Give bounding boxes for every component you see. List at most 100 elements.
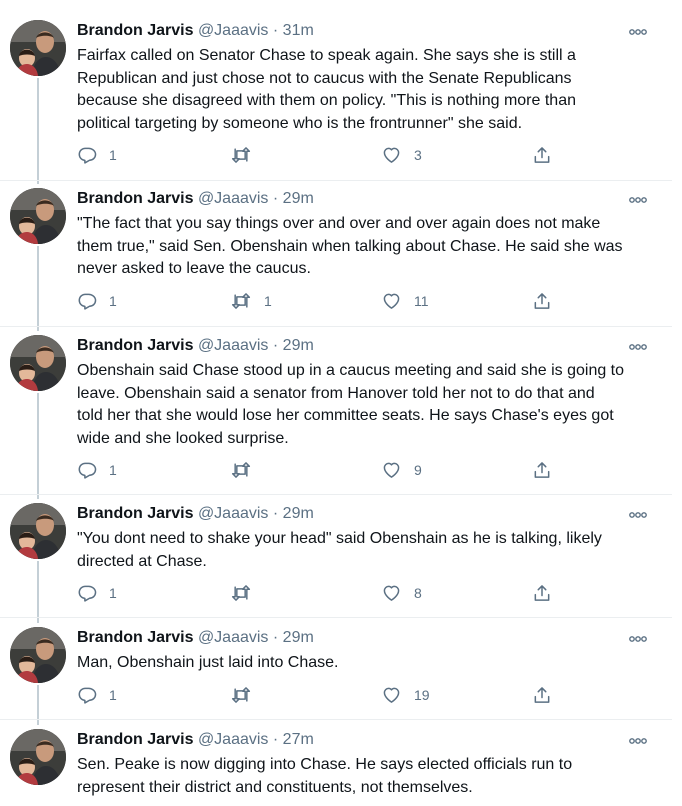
share-button[interactable] <box>532 683 552 707</box>
share-button[interactable] <box>532 143 552 167</box>
like-button[interactable]: 8 <box>381 581 422 605</box>
retweet-icon <box>230 685 252 705</box>
retweet-icon <box>230 460 252 480</box>
like-button[interactable]: 19 <box>381 683 430 707</box>
tweet-actions: 1 19 <box>77 683 557 707</box>
tweet-text: "You dont need to shake your head" said … <box>77 530 602 570</box>
author-name[interactable]: Brandon Jarvis <box>77 190 193 207</box>
like-button[interactable]: 3 <box>381 143 422 167</box>
thread-connector-line <box>37 78 39 184</box>
retweet-button[interactable] <box>230 683 264 707</box>
author-name[interactable]: Brandon Jarvis <box>77 629 193 646</box>
retweet-count: 1 <box>264 293 272 309</box>
tweet-timestamp[interactable]: 29m <box>283 337 314 354</box>
share-button[interactable] <box>532 289 552 313</box>
header-separator: · <box>272 505 279 522</box>
tweet[interactable]: Brandon Jarvis @Jaaavis · 29m Man, Obensh… <box>0 0 672 806</box>
author-name[interactable]: Brandon Jarvis <box>77 22 193 39</box>
like-count: 11 <box>414 293 429 309</box>
author-name[interactable]: Brandon Jarvis <box>77 505 193 522</box>
like-count: 8 <box>414 585 422 601</box>
tweet-divider <box>0 617 672 618</box>
header-separator: · <box>272 190 279 207</box>
reply-icon <box>77 145 97 165</box>
tweet-text: Fairfax called on Senator Chase to speak… <box>77 47 576 132</box>
reply-button[interactable]: 1 <box>77 289 117 313</box>
author-handle[interactable]: @Jaaavis <box>198 22 269 39</box>
avatar[interactable] <box>10 729 66 785</box>
more-options-icon <box>624 511 652 519</box>
more-options-button[interactable] <box>624 24 652 44</box>
tweet-text: Obenshain said Chase stood up in a caucu… <box>77 362 625 447</box>
tweet-divider <box>0 719 672 720</box>
tweet-header: Brandon Jarvis @Jaaavis · 29m <box>77 188 314 210</box>
more-options-icon <box>624 635 652 643</box>
reply-count: 1 <box>109 585 117 601</box>
retweet-icon <box>230 583 252 603</box>
tweet-actions: 13 <box>77 143 557 167</box>
share-button[interactable] <box>532 458 552 482</box>
more-options-button[interactable] <box>624 631 652 651</box>
tweet-timestamp[interactable]: 29m <box>283 505 314 522</box>
reply-icon <box>77 583 97 603</box>
avatar[interactable] <box>10 188 66 244</box>
reply-count: 1 <box>109 462 117 478</box>
like-icon <box>381 145 402 165</box>
thread-connector-line <box>37 561 39 623</box>
more-options-button[interactable] <box>624 339 652 359</box>
like-button[interactable]: 11 <box>381 289 429 313</box>
reply-button[interactable]: 1 <box>77 683 117 707</box>
more-options-icon <box>624 28 652 36</box>
like-count: 19 <box>414 687 430 703</box>
tweet-text: Man, Obenshain just laid into Chase. <box>77 654 339 671</box>
share-icon <box>532 145 552 165</box>
header-separator: · <box>272 731 279 748</box>
like-button[interactable]: 9 <box>381 458 422 482</box>
author-handle[interactable]: @Jaaavis <box>198 190 269 207</box>
author-handle[interactable]: @Jaaavis <box>198 629 269 646</box>
more-options-button[interactable] <box>624 733 652 753</box>
avatar[interactable] <box>10 335 66 391</box>
retweet-button[interactable] <box>230 458 264 482</box>
more-options-button[interactable] <box>624 507 652 527</box>
tweet-thread: Brandon Jarvis @Jaaavis · 31m Fairfax cal… <box>0 0 682 806</box>
like-icon <box>381 685 402 705</box>
more-options-icon <box>624 343 652 351</box>
reply-button[interactable]: 1 <box>77 143 117 167</box>
retweet-button[interactable] <box>230 143 264 167</box>
avatar[interactable] <box>10 627 66 683</box>
reply-count: 1 <box>109 293 117 309</box>
tweet-timestamp[interactable]: 31m <box>283 22 314 39</box>
share-button[interactable] <box>532 581 552 605</box>
more-options-icon <box>624 737 652 745</box>
avatar[interactable] <box>10 20 66 76</box>
author-name[interactable]: Brandon Jarvis <box>77 337 193 354</box>
more-options-button[interactable] <box>624 192 652 212</box>
retweet-icon <box>230 291 252 311</box>
like-icon <box>381 583 402 603</box>
header-separator: · <box>272 22 279 39</box>
author-handle[interactable]: @Jaaavis <box>198 731 269 748</box>
author-handle[interactable]: @Jaaavis <box>198 337 269 354</box>
tweet-divider <box>0 326 672 327</box>
tweet-text: "The fact that you say things over and o… <box>77 215 623 277</box>
tweet-timestamp[interactable]: 29m <box>283 190 314 207</box>
retweet-button[interactable]: 1 <box>230 289 272 313</box>
author-name[interactable]: Brandon Jarvis <box>77 731 193 748</box>
tweet-header: Brandon Jarvis @Jaaavis · 29m <box>77 627 314 649</box>
share-icon <box>532 685 552 705</box>
author-handle[interactable]: @Jaaavis <box>198 505 269 522</box>
reply-button[interactable]: 1 <box>77 458 117 482</box>
reply-count: 1 <box>109 147 117 163</box>
tweet-header: Brandon Jarvis @Jaaavis · 29m <box>77 503 314 525</box>
like-icon <box>381 460 402 480</box>
retweet-button[interactable] <box>230 581 264 605</box>
tweet-timestamp[interactable]: 27m <box>283 731 314 748</box>
tweet-header: Brandon Jarvis @Jaaavis · 29m <box>77 335 314 357</box>
tweet-timestamp[interactable]: 29m <box>283 629 314 646</box>
thread-connector-line <box>37 393 39 499</box>
avatar[interactable] <box>10 503 66 559</box>
reply-button[interactable]: 1 <box>77 581 117 605</box>
like-count: 3 <box>414 147 422 163</box>
tweet-divider <box>0 494 672 495</box>
